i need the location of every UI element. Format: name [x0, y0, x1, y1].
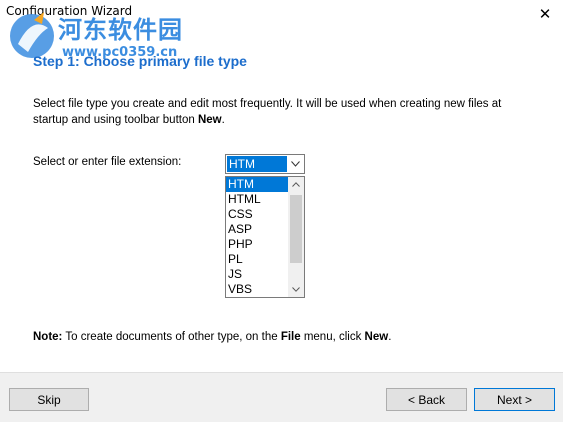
next-button[interactable]: Next > [474, 388, 555, 411]
description: Select file type you create and edit mos… [33, 96, 533, 128]
back-button[interactable]: < Back [386, 388, 467, 411]
note-text-2: menu, click [300, 331, 365, 343]
chevron-down-icon[interactable] [288, 156, 302, 172]
scroll-up-icon[interactable] [288, 177, 304, 192]
list-item[interactable]: PL [226, 252, 288, 267]
scroll-thumb[interactable] [290, 195, 302, 263]
scroll-down-icon[interactable] [288, 282, 304, 297]
dropdown-scrollbar[interactable] [288, 177, 304, 297]
extension-input[interactable]: HTM [227, 156, 287, 172]
skip-button[interactable]: Skip [9, 388, 89, 411]
button-bar: Skip < Back Next > [0, 372, 563, 422]
description-bold-new: New [197, 114, 222, 126]
list-item[interactable]: HTM [226, 177, 288, 192]
list-item[interactable]: PHP [226, 237, 288, 252]
list-item[interactable]: CSS [226, 207, 288, 222]
close-button[interactable]: ✕ [527, 0, 563, 28]
title-bar: Configuration Wizard ✕ [0, 0, 563, 30]
list-item[interactable]: JS [226, 267, 288, 282]
extension-dropdown-list[interactable]: HTM HTML CSS ASP PHP PL JS VBS [225, 176, 305, 298]
list-item[interactable]: HTML [226, 192, 288, 207]
note-text-3: . [388, 331, 392, 343]
note-file-word: File [280, 331, 301, 343]
description-end: . [221, 114, 225, 126]
window-title: Configuration Wizard [6, 4, 133, 18]
extension-options: HTM HTML CSS ASP PHP PL JS VBS [226, 177, 288, 297]
note-text-1: To create documents of other type, on th… [62, 331, 281, 343]
extension-combobox[interactable]: HTM [225, 154, 305, 174]
list-item[interactable]: ASP [226, 222, 288, 237]
note: Note: To create documents of other type,… [33, 331, 391, 343]
close-icon: ✕ [538, 5, 552, 23]
note-new-word: New [364, 331, 389, 343]
step-title: Step 1: Choose primary file type [33, 53, 247, 69]
extension-label: Select or enter file extension: [33, 156, 182, 168]
note-label: Note: [33, 331, 63, 343]
list-item[interactable]: VBS [226, 282, 288, 297]
description-text: Select file type you create and edit mos… [33, 98, 502, 126]
